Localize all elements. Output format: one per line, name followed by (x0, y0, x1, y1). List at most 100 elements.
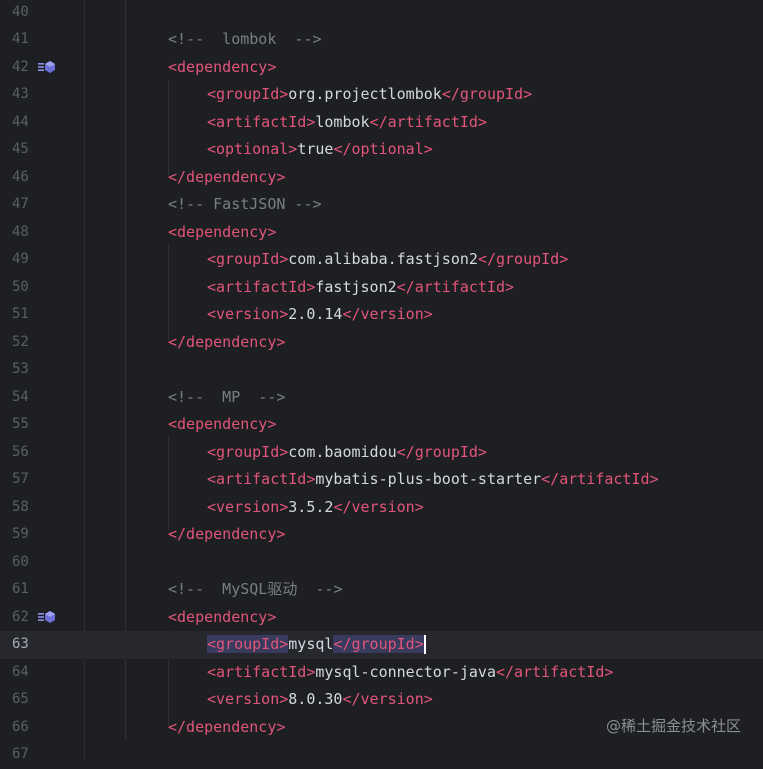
line-number: 59 (12, 526, 29, 542)
xml-value: com.baomidou (288, 442, 397, 461)
line-number: 60 (12, 553, 29, 570)
xml-tag: </dependency> (168, 525, 286, 543)
line-number: 51 (12, 306, 29, 322)
xml-tag: <groupId> (207, 85, 289, 103)
code-text: <artifactId>lombok</artifactId> (207, 109, 487, 137)
dependency-module-icon[interactable] (38, 610, 56, 624)
line-number: 47 (12, 196, 29, 212)
xml-tag: </groupId> (441, 85, 533, 103)
xml-tag: <version> (207, 690, 289, 708)
xml-value: fastjson2 (315, 277, 397, 296)
line-number: 64 (12, 663, 29, 680)
code-line[interactable]: 40 (0, 0, 763, 26)
xml-value: 8.0.30 (288, 690, 343, 708)
xml-value: mysql (288, 635, 334, 653)
line-number: 56 (12, 443, 29, 460)
code-line[interactable]: 63 <groupId>mysql</groupId> (0, 631, 763, 659)
xml-comment: <!-- lombok --> (168, 30, 322, 48)
xml-tag: </version> (342, 305, 433, 323)
watermark: @稀土掘金技术社区 (605, 717, 741, 735)
code-text: <!-- MP --> (168, 384, 285, 412)
code-line[interactable]: 65 <version>8.0.30</version> (0, 686, 763, 714)
xml-tag: <version> (207, 305, 289, 323)
code-line[interactable]: 53 (0, 356, 763, 384)
xml-tag: <dependency> (168, 415, 277, 433)
code-line[interactable]: 47 <!-- FastJSON --> (0, 191, 763, 219)
code-line[interactable]: 60 (0, 549, 763, 577)
code-line[interactable]: 56 <groupId>com.baomidou</groupId> (0, 439, 763, 467)
xml-tag: <groupId> (207, 442, 289, 461)
xml-tag: <groupId> (207, 635, 289, 653)
xml-tag: </groupId> (477, 250, 569, 268)
xml-tag: <dependency> (168, 222, 277, 241)
code-text: <optional>true</optional> (207, 136, 433, 164)
line-number: 57 (12, 471, 29, 487)
code-text: <artifactId>fastjson2</artifactId> (207, 274, 514, 302)
xml-tag: </dependency> (168, 332, 286, 351)
code-line[interactable]: 41 <!-- lombok --> (0, 26, 763, 54)
line-number: 54 (12, 388, 29, 405)
xml-tag: </groupId> (396, 442, 487, 461)
code-text: </dependency> (168, 329, 285, 357)
code-text: <groupId>org.projectlombok</groupId> (207, 81, 532, 109)
line-number: 44 (12, 113, 29, 130)
code-text: <version>8.0.30</version> (207, 686, 433, 714)
line-number: 46 (12, 168, 29, 185)
code-line[interactable]: 42 <dependency> (0, 54, 763, 82)
code-line[interactable]: 46 </dependency> (0, 164, 763, 192)
code-line[interactable]: 67 (0, 741, 763, 769)
xml-value: mysql-connector-java (315, 662, 496, 681)
xml-value: 2.0.14 (288, 305, 343, 323)
xml-tag: <dependency> (168, 607, 277, 626)
code-text: </dependency> (168, 164, 285, 192)
xml-value: com.alibaba.fastjson2 (288, 250, 478, 268)
xml-tag: </artifactId> (396, 277, 515, 296)
code-line[interactable]: 62 <dependency> (0, 604, 763, 632)
xml-tag: <dependency> (168, 57, 277, 76)
code-line[interactable]: 45 <optional>true</optional> (0, 136, 763, 164)
xml-tag: <optional> (207, 140, 298, 158)
code-text: <artifactId>mybatis-plus-boot-starter</a… (207, 466, 659, 494)
code-line[interactable]: 59 </dependency> (0, 521, 763, 549)
xml-tag: </optional> (333, 140, 433, 158)
code-line[interactable]: 43 <groupId>org.projectlombok</groupId> (0, 81, 763, 109)
xml-tag: </artifactId> (496, 662, 614, 681)
code-editor[interactable]: 40 41 <!-- lombok --> 42 <dependency> 43 <grou… (0, 0, 763, 762)
xml-tag: </artifactId> (369, 112, 487, 131)
dependency-module-icon[interactable] (38, 60, 56, 74)
code-text: <groupId>com.alibaba.fastjson2</groupId> (207, 246, 568, 274)
code-text: <groupId>mysql</groupId> (207, 631, 426, 659)
line-number: 48 (12, 223, 29, 240)
code-line[interactable]: 49 <groupId>com.alibaba.fastjson2</groupI… (0, 246, 763, 274)
xml-value: 3.5.2 (288, 497, 334, 516)
code-line[interactable]: 51 <version>2.0.14</version> (0, 301, 763, 329)
xml-tag: </groupId> (333, 635, 424, 653)
xml-comment: <!-- MP --> (168, 387, 286, 406)
xml-tag: </version> (333, 497, 424, 516)
code-line[interactable]: 58 <version>3.5.2</version> (0, 494, 763, 522)
code-text: <artifactId>mysql-connector-java</artifa… (207, 659, 613, 687)
code-line[interactable]: 48 <dependency> (0, 219, 763, 247)
code-line[interactable]: 57 <artifactId>mybatis-plus-boot-starter<… (0, 466, 763, 494)
line-number: 50 (12, 278, 29, 295)
xml-tag: </artifactId> (541, 470, 659, 488)
line-number: 61 (12, 581, 29, 597)
code-line[interactable]: 52 </dependency> (0, 329, 763, 357)
line-number: 43 (12, 86, 29, 102)
line-number: 40 (12, 3, 29, 20)
text-caret (423, 635, 426, 654)
xml-value: true (297, 140, 334, 158)
line-number: 53 (12, 361, 29, 377)
code-text: <!-- MySQL驱动 --> (168, 576, 343, 604)
code-text: <dependency> (168, 604, 276, 632)
code-line[interactable]: 50 <artifactId>fastjson2</artifactId> (0, 274, 763, 302)
code-line[interactable]: 64 <artifactId>mysql-connector-java</arti… (0, 659, 763, 687)
code-line[interactable]: 54 <!-- MP --> (0, 384, 763, 412)
code-line[interactable]: 44 <artifactId>lombok</artifactId> (0, 109, 763, 137)
code-line[interactable]: 61 <!-- MySQL驱动 --> (0, 576, 763, 604)
line-number: 41 (12, 31, 29, 47)
xml-tag: <artifactId> (207, 277, 316, 296)
line-number: 49 (12, 251, 29, 267)
xml-comment: <!-- MySQL驱动 --> (168, 580, 343, 598)
code-line[interactable]: 55 <dependency> (0, 411, 763, 439)
